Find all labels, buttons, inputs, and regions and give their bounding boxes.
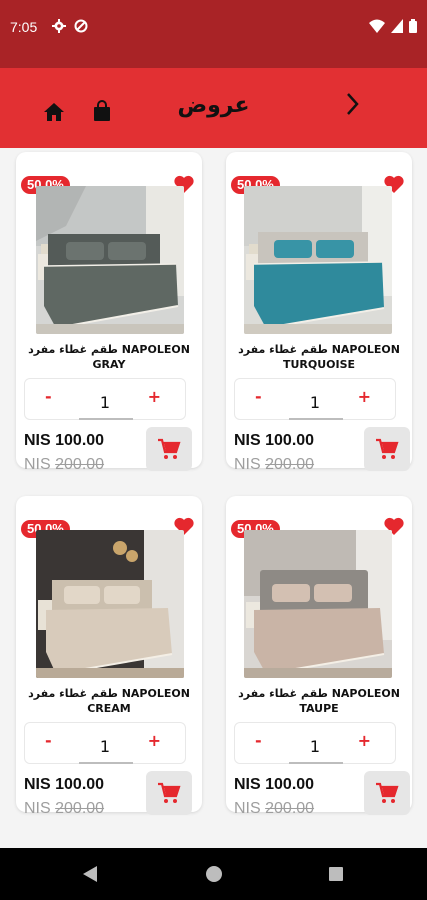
battery-icon (409, 19, 417, 33)
price: NIS 100.00 (24, 432, 105, 449)
product-card[interactable]: 50.0% طقم غطاء مفرد NAPOLEON TAUPE - 1 +… (226, 496, 412, 817)
old-price: NIS 200.00 (24, 800, 105, 817)
price: NIS 100.00 (234, 776, 315, 793)
back-triangle-icon[interactable] (82, 865, 98, 883)
product-name: طقم غطاء مفرد NAPOLEON TURQUOISE (232, 342, 406, 372)
add-to-cart-button[interactable] (364, 427, 410, 471)
product-image[interactable] (36, 186, 184, 334)
product-image[interactable] (36, 530, 184, 678)
home-circle-icon[interactable] (205, 865, 223, 883)
product-name: طقم غطاء مفرد NAPOLEON GRAY (22, 342, 196, 372)
product-name: طقم غطاء مفرد NAPOLEON TAUPE (232, 686, 406, 716)
recents-square-icon[interactable] (328, 866, 344, 882)
increase-quantity-button[interactable]: + (148, 731, 161, 750)
data-saver-icon (74, 19, 88, 33)
quantity-stepper: - 1 + (24, 722, 186, 764)
quantity-underline (289, 762, 343, 764)
product-card[interactable]: 50.0% طقم غطاء مفرد NAPOLEON GRAY - 1 + … (16, 152, 202, 473)
product-name-line2: TURQUOISE (282, 358, 356, 371)
quantity-underline (79, 418, 133, 420)
increase-quantity-button[interactable]: + (358, 731, 371, 750)
product-card[interactable]: 50.0% طقم غطاء مفرد NAPOLEON CREAM - 1 +… (16, 496, 202, 817)
cart-icon (158, 438, 181, 459)
old-price: NIS 200.00 (24, 456, 105, 473)
price: NIS 100.00 (234, 432, 315, 449)
quantity-stepper: - 1 + (24, 378, 186, 420)
quantity-value[interactable]: 1 (25, 737, 185, 756)
old-price: NIS 200.00 (234, 456, 315, 473)
chevron-right-icon[interactable] (342, 90, 362, 118)
product-name-line2: TAUPE (299, 702, 339, 715)
quantity-underline (79, 762, 133, 764)
product-name-line1: طقم غطاء مفرد NAPOLEON (238, 343, 400, 356)
quantity-value[interactable]: 1 (235, 737, 395, 756)
product-image[interactable] (244, 186, 392, 334)
cellular-signal-icon (391, 19, 403, 33)
status-time: 7:05 (10, 19, 38, 35)
shopping-bag-icon[interactable] (92, 100, 112, 122)
wifi-icon (369, 19, 385, 33)
cart-icon (376, 438, 399, 459)
increase-quantity-button[interactable]: + (358, 387, 371, 406)
increase-quantity-button[interactable]: + (148, 387, 161, 406)
product-name-line1: طقم غطاء مفرد NAPOLEON (28, 343, 190, 356)
product-card[interactable]: 50.0% طقم غطاء مفرد NAPOLEON TURQUOISE -… (226, 152, 412, 473)
quantity-stepper: - 1 + (234, 722, 396, 764)
cart-icon (376, 782, 399, 803)
product-name-line1: طقم غطاء مفرد NAPOLEON (28, 687, 190, 700)
home-icon[interactable] (42, 100, 66, 124)
status-bar: 7:05 (0, 0, 427, 68)
quantity-value[interactable]: 1 (25, 393, 185, 412)
quantity-underline (289, 418, 343, 420)
product-name-line2: GRAY (92, 358, 126, 371)
add-to-cart-button[interactable] (146, 427, 192, 471)
settings-gear-icon (52, 19, 66, 33)
product-name: طقم غطاء مفرد NAPOLEON CREAM (22, 686, 196, 716)
product-image[interactable] (244, 530, 392, 678)
product-name-line1: طقم غطاء مفرد NAPOLEON (238, 687, 400, 700)
add-to-cart-button[interactable] (364, 771, 410, 815)
quantity-value[interactable]: 1 (235, 393, 395, 412)
price: NIS 100.00 (24, 776, 105, 793)
product-name-line2: CREAM (87, 702, 131, 715)
old-price: NIS 200.00 (234, 800, 315, 817)
navigation-bar (0, 848, 427, 900)
quantity-stepper: - 1 + (234, 378, 396, 420)
add-to-cart-button[interactable] (146, 771, 192, 815)
cart-icon (158, 782, 181, 803)
